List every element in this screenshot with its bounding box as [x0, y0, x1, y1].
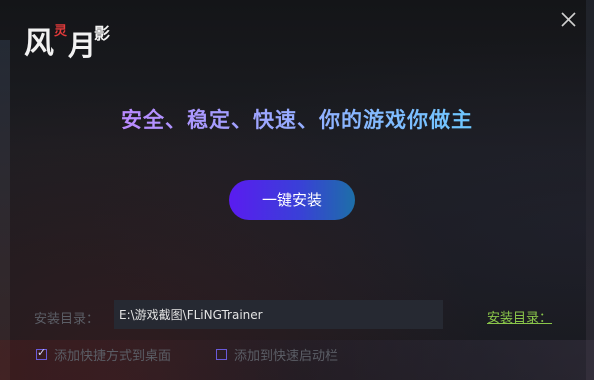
close-button[interactable]	[556, 8, 580, 32]
slogan-heading: 安全、稳定、快速、你的游戏你做主	[0, 104, 594, 134]
close-icon	[561, 12, 576, 27]
background-strip-right	[586, 0, 594, 380]
install-dir-input[interactable]	[114, 300, 443, 329]
installer-window: 风 灵 月 影 安全、稳定、快速、你的游戏你做主 一键安装 安装目录： 安装目录…	[0, 0, 594, 380]
install-dir-label: 安装目录：	[34, 312, 100, 327]
logo-char-yue: 月	[68, 29, 97, 62]
one-click-install-button[interactable]: 一键安装	[229, 180, 355, 220]
logo-char-ling: 灵	[54, 24, 68, 39]
quick-launch-label: 添加到快速启动栏	[234, 349, 339, 364]
desktop-shortcut-checkbox[interactable]: ✓	[36, 346, 47, 360]
desktop-shortcut-label: 添加快捷方式到桌面	[54, 349, 172, 364]
desktop-shortcut-option[interactable]: ✓ 添加快捷方式到桌面	[36, 345, 171, 364]
logo-char-feng: 风	[24, 26, 54, 61]
logo-char-ying: 影	[94, 24, 111, 43]
quick-launch-option[interactable]: 添加到快速启动栏	[216, 345, 338, 364]
checkmark-icon: ✓	[37, 346, 47, 359]
app-logo: 风 灵 月 影	[22, 10, 122, 62]
install-dir-browse-link[interactable]: 安装目录：	[487, 307, 552, 326]
background-strip-left	[0, 40, 10, 380]
quick-launch-checkbox[interactable]	[216, 349, 227, 360]
